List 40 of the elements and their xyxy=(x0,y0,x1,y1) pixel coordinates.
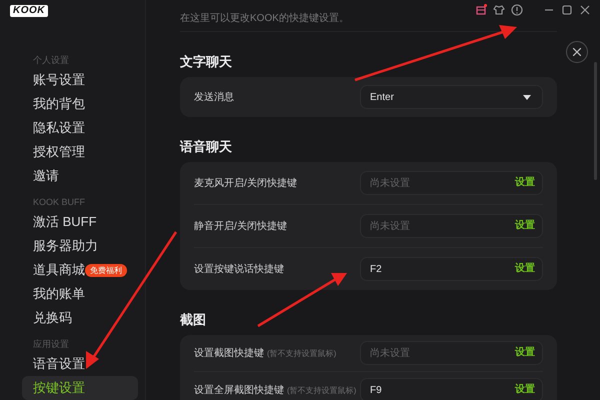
sidebar-heading: KOOK BUFF xyxy=(33,196,86,209)
set-button[interactable]: 设置 xyxy=(515,346,535,360)
sidebar-item[interactable]: 兑换码 xyxy=(22,306,138,330)
app-logo: KOOK xyxy=(10,5,48,17)
sidebar-item-label: 道具商城 xyxy=(33,261,85,279)
setting-label: 发送消息 xyxy=(194,90,234,104)
scrollbar[interactable] xyxy=(594,62,597,180)
set-button[interactable]: 设置 xyxy=(515,219,535,233)
sidebar-heading: 个人设置 xyxy=(33,54,69,67)
section-title: 截图 xyxy=(180,312,206,328)
sidebar-item[interactable]: 道具商城 免费福利 xyxy=(22,258,138,282)
sidebar-item[interactable]: 我的背包 xyxy=(22,92,138,116)
setting-label: 设置按键说话快捷键 xyxy=(194,262,284,276)
sidebar-item[interactable]: 我的账单 xyxy=(22,282,138,306)
close-icon xyxy=(573,48,581,56)
set-button[interactable]: 设置 xyxy=(515,176,535,190)
sidebar-item[interactable]: 邀请 xyxy=(22,164,138,188)
description-text: 在这里可以更改KOOK的快捷键设置。 xyxy=(180,12,349,25)
caret-icon xyxy=(523,94,531,100)
section-title: 语音聊天 xyxy=(180,139,232,155)
set-button[interactable]: 设置 xyxy=(515,262,535,276)
setting-label: 静音开启/关闭快捷键 xyxy=(194,220,287,233)
sidebar-item[interactable]: 账号设置 xyxy=(22,68,138,92)
sidebar-item[interactable]: 语音设置 xyxy=(22,352,138,376)
sidebar-item[interactable]: 激活 BUFF xyxy=(22,210,138,234)
setting-label: 麦克风开启/关闭快捷键 xyxy=(194,176,297,190)
sidebar-item[interactable]: 按键设置 xyxy=(22,376,138,400)
set-button[interactable]: 设置 xyxy=(515,383,535,397)
setting-label: 设置截图快捷键 (暂不支持设置鼠标) xyxy=(194,346,336,360)
section-title: 文字聊天 xyxy=(180,54,232,70)
promo-badge: 免费福利 xyxy=(85,264,127,276)
setting-label: 设置全屏截图快捷键 (暂不支持设置鼠标) xyxy=(194,384,356,397)
sidebar-item[interactable]: 隐私设置 xyxy=(22,116,138,140)
sidebar-item[interactable]: 授权管理 xyxy=(22,140,138,164)
sidebar-heading: 应用设置 xyxy=(33,338,69,351)
dropdown-field[interactable]: Enter xyxy=(360,85,543,109)
shirt-icon[interactable] xyxy=(492,3,506,17)
sidebar-item[interactable]: 服务器助力 xyxy=(22,234,138,258)
maximize-icon[interactable] xyxy=(560,3,574,17)
close-icon[interactable] xyxy=(578,3,592,17)
